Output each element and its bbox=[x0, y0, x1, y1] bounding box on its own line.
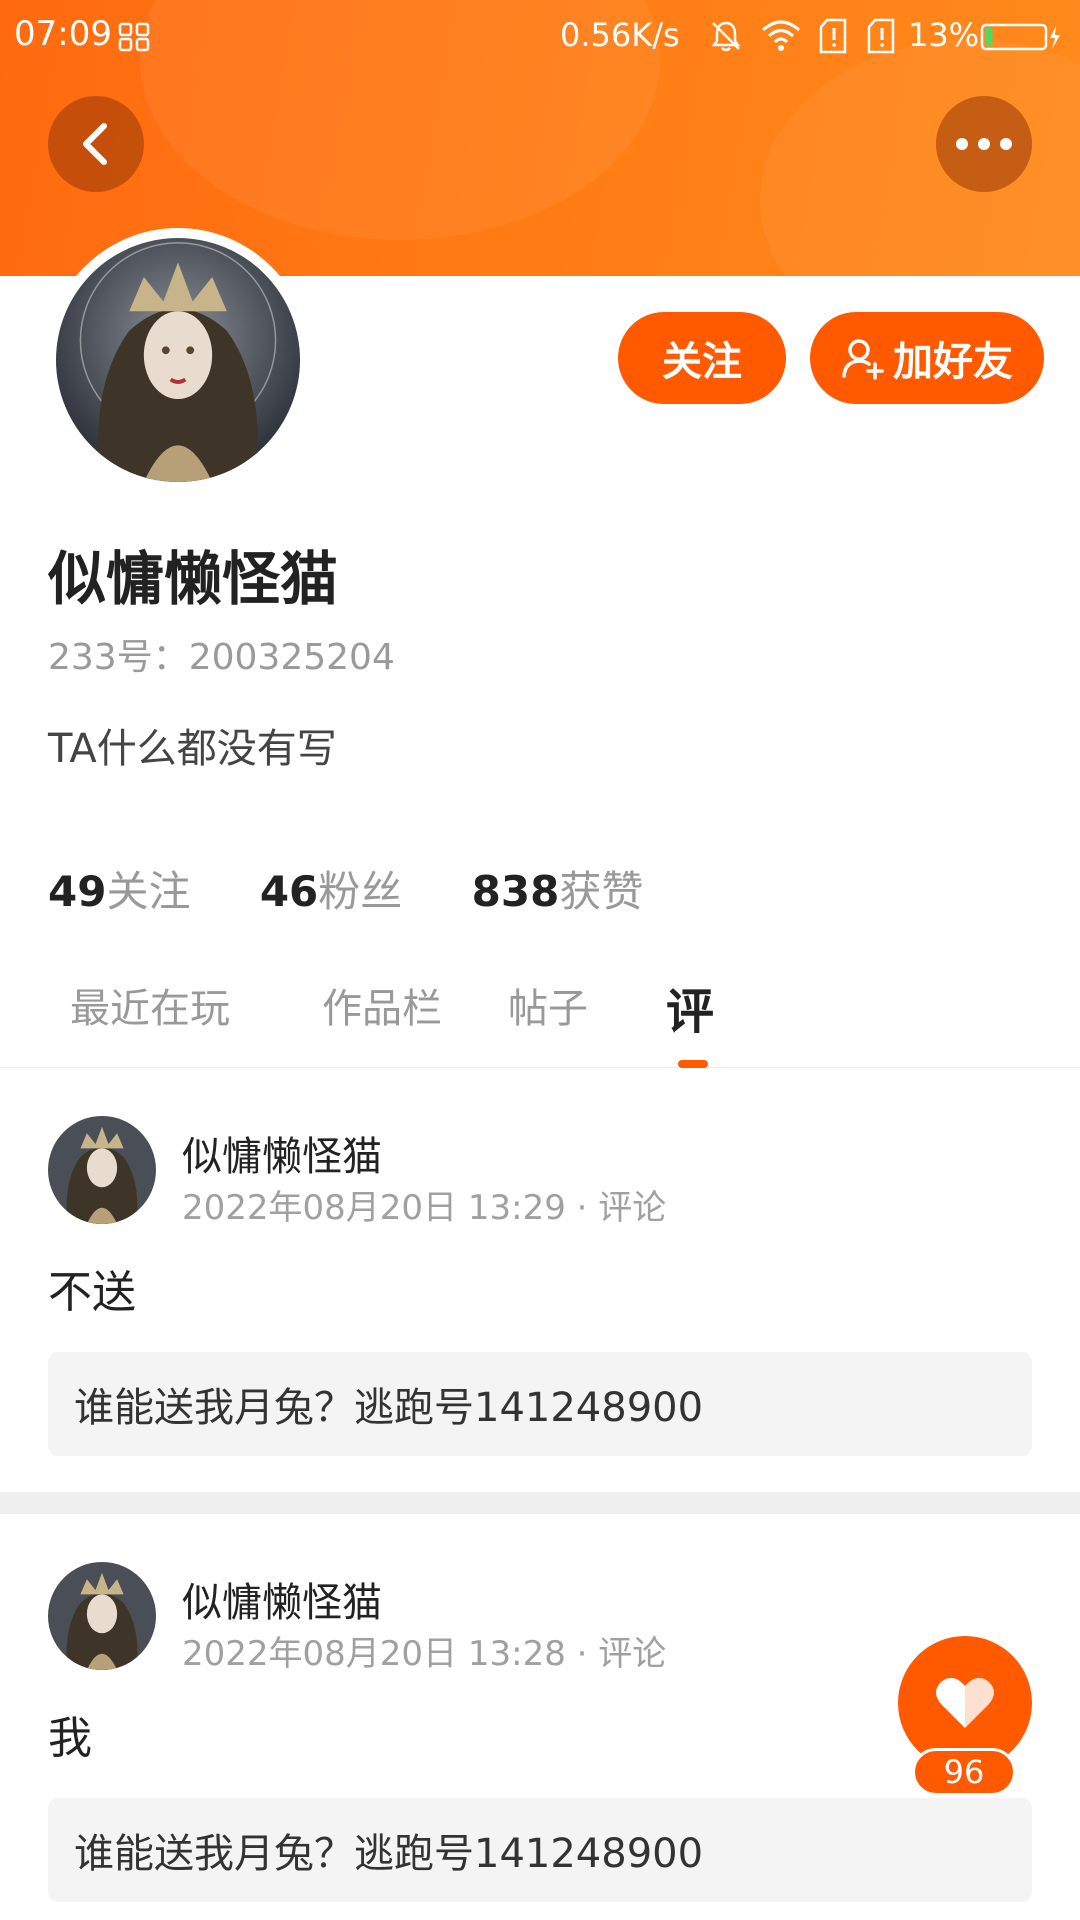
avatar-portrait-image bbox=[56, 238, 300, 482]
profile-tabs: 最近在玩 作品栏 帖子 评 bbox=[0, 968, 1080, 1068]
tab-recently-played[interactable]: 最近在玩 bbox=[70, 976, 230, 1034]
add-friend-button[interactable]: 加好友 bbox=[810, 312, 1044, 404]
comment-author-name[interactable]: 似慵懒怪猫 bbox=[182, 1124, 382, 1182]
profile-name: 似慵懒怪猫 bbox=[48, 545, 339, 613]
comment-author-avatar[interactable] bbox=[48, 1116, 156, 1224]
battery-charging-icon bbox=[980, 23, 1060, 51]
heart-icon bbox=[936, 1677, 994, 1728]
comment-content: 不送 bbox=[48, 1267, 136, 1318]
comment-author-avatar[interactable] bbox=[48, 1562, 156, 1670]
comment-content: 我 bbox=[48, 1713, 92, 1764]
back-button[interactable] bbox=[48, 96, 144, 192]
stat-likes-label: 获赞 bbox=[559, 867, 644, 916]
apps-icon bbox=[118, 22, 150, 52]
profile-uid: 233号：200325204 bbox=[48, 637, 395, 678]
bell-muted-icon bbox=[711, 21, 741, 52]
chevron-left-icon bbox=[83, 123, 107, 165]
more-dots-icon bbox=[956, 138, 1012, 150]
add-user-icon bbox=[842, 339, 884, 380]
wifi-icon bbox=[762, 20, 800, 51]
sim-card-icon bbox=[867, 18, 895, 54]
avatar-portrait-image bbox=[48, 1562, 156, 1670]
comment-meta: 2022年08月20日 13:29 · 评论 bbox=[182, 1188, 667, 1228]
profile-stats: 49关注 46粉丝 838获赞 bbox=[48, 858, 699, 919]
comment-author-name[interactable]: 似慵懒怪猫 bbox=[182, 1570, 382, 1628]
profile-bio: TA什么都没有写 bbox=[48, 726, 337, 772]
stat-following-label: 关注 bbox=[106, 867, 191, 916]
status-time: 07:09 bbox=[14, 14, 112, 54]
tab-posts[interactable]: 帖子 bbox=[508, 976, 588, 1034]
sim-card-icon bbox=[819, 18, 847, 54]
tab-comments[interactable]: 评 bbox=[666, 972, 714, 1042]
comment-meta: 2022年08月20日 13:28 · 评论 bbox=[182, 1634, 667, 1674]
battery-percent: 13% bbox=[908, 16, 980, 54]
follow-label: 关注 bbox=[662, 339, 742, 385]
like-count: 96 bbox=[943, 1753, 985, 1791]
follow-button[interactable]: 关注 bbox=[618, 312, 786, 404]
stat-likes-count: 838 bbox=[471, 867, 560, 916]
quoted-post[interactable]: 谁能送我月兔？逃跑号141248900 bbox=[48, 1352, 1032, 1456]
section-divider bbox=[0, 1492, 1080, 1514]
network-speed: 0.56K/s bbox=[560, 16, 680, 54]
quoted-post-text: 谁能送我月兔？逃跑号141248900 bbox=[74, 1385, 704, 1431]
quoted-post-text: 谁能送我月兔？逃跑号141248900 bbox=[74, 1831, 704, 1877]
avatar-portrait-image bbox=[48, 1116, 156, 1224]
stat-likes[interactable]: 838获赞 bbox=[472, 858, 644, 919]
stat-fans[interactable]: 46粉丝 bbox=[260, 858, 402, 919]
profile-avatar[interactable] bbox=[46, 228, 310, 492]
stat-following-count: 49 bbox=[48, 867, 107, 916]
stat-fans-label: 粉丝 bbox=[318, 867, 403, 916]
add-friend-label: 加好友 bbox=[893, 339, 1013, 385]
like-count-badge: 96 bbox=[912, 1748, 1016, 1796]
more-button[interactable] bbox=[936, 96, 1032, 192]
stat-fans-count: 46 bbox=[259, 867, 319, 916]
quoted-post[interactable]: 谁能送我月兔？逃跑号141248900 bbox=[48, 1798, 1032, 1902]
tab-works[interactable]: 作品栏 bbox=[322, 976, 442, 1034]
status-bar: 07:09 0.56K/s 13% bbox=[0, 0, 1080, 72]
active-tab-indicator bbox=[678, 1060, 708, 1068]
stat-following[interactable]: 49关注 bbox=[48, 858, 190, 919]
